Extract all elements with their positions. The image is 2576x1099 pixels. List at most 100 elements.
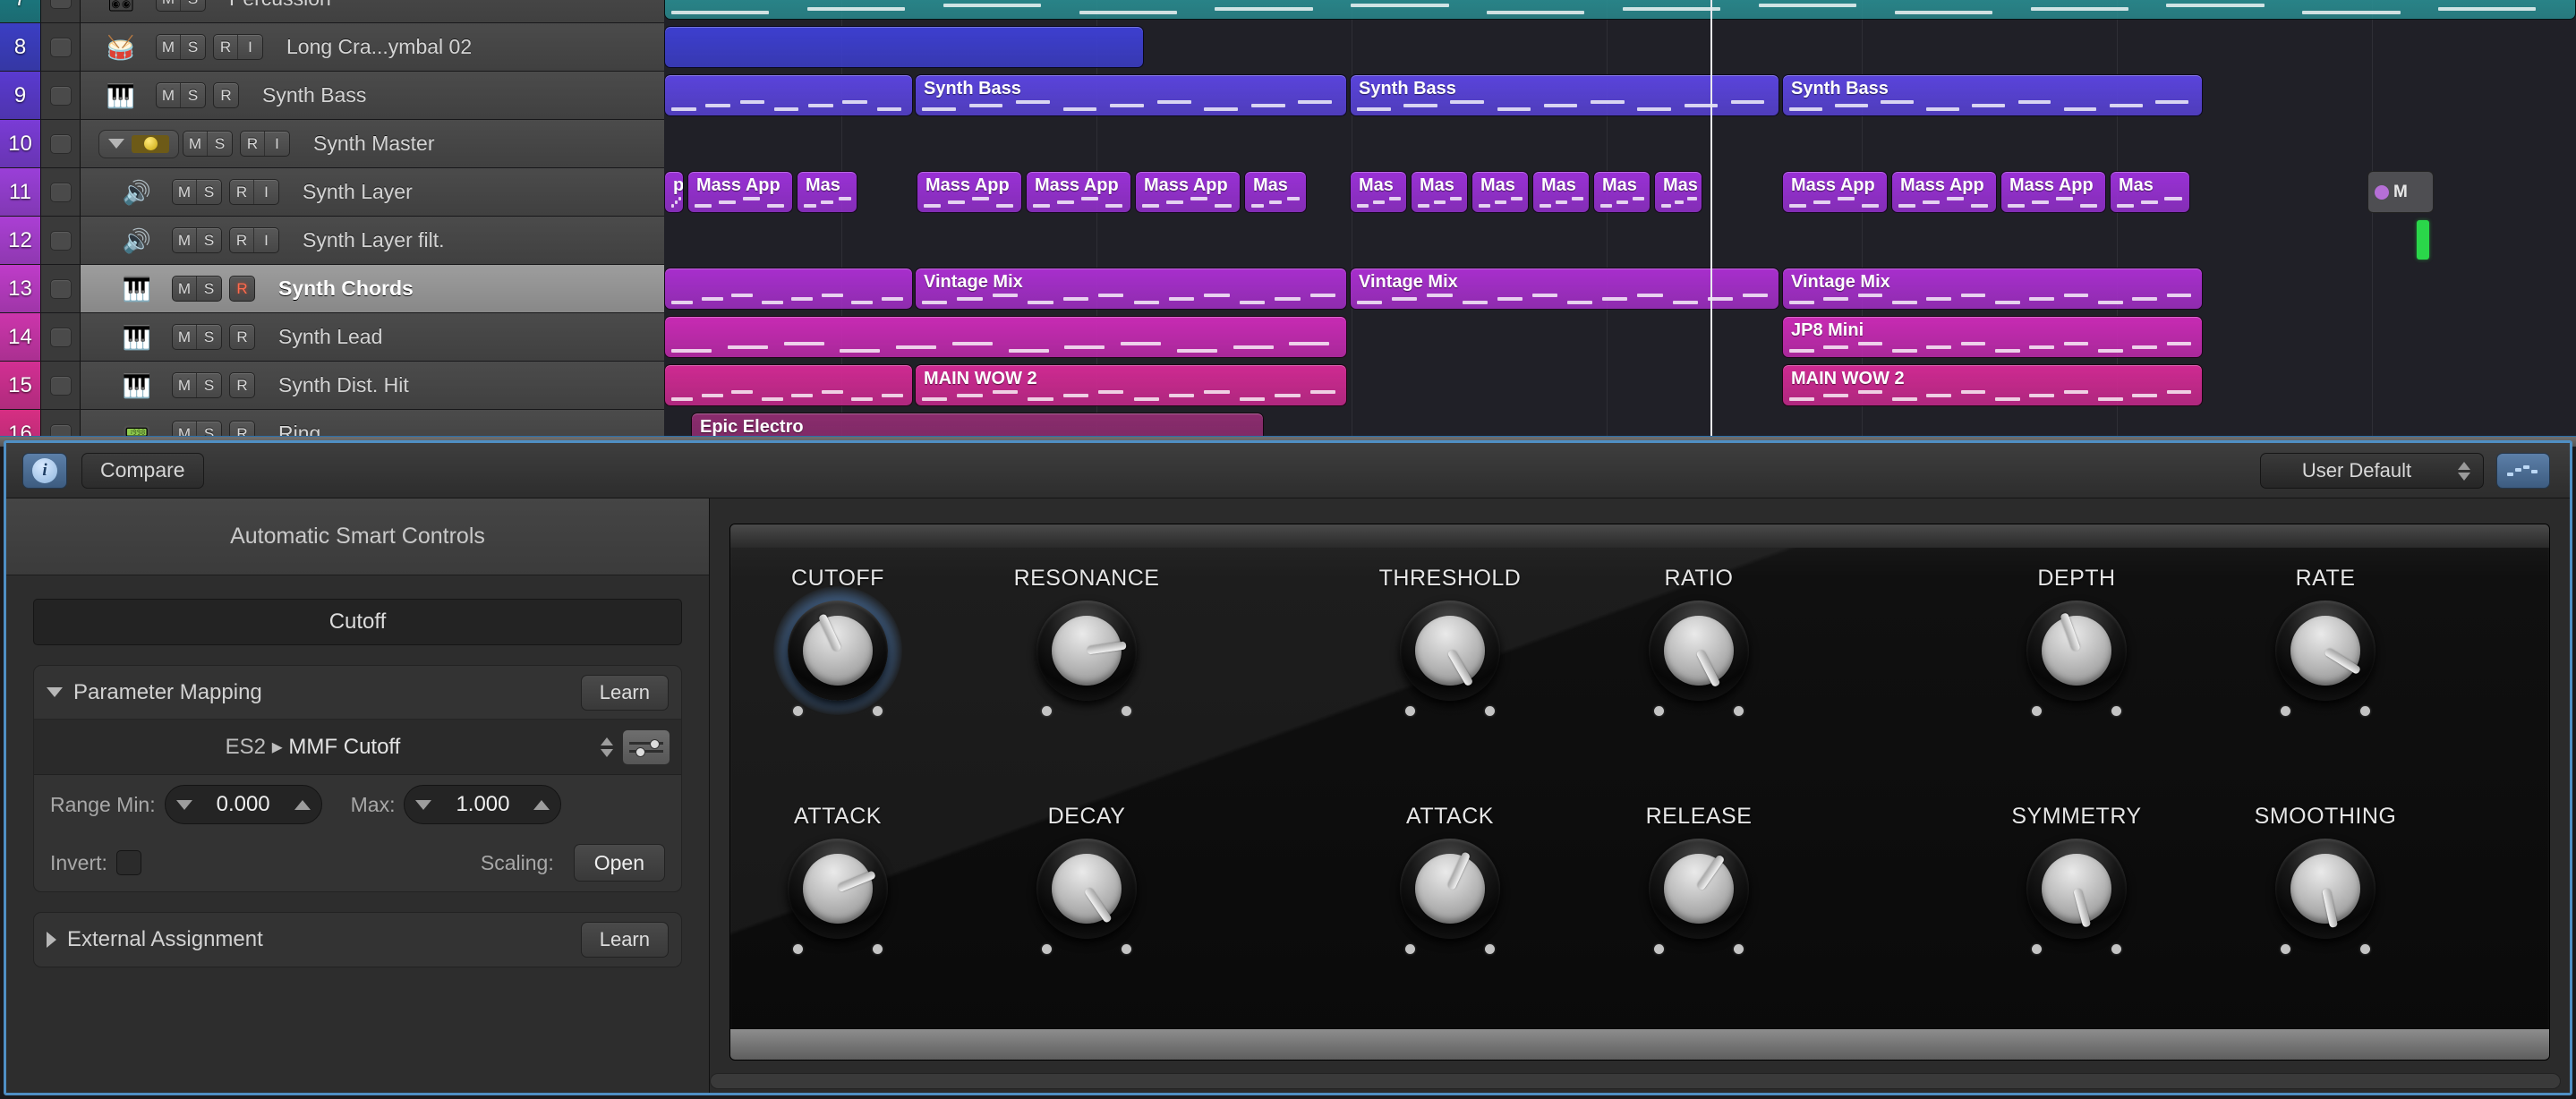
speaker-icon[interactable]: 🔊 <box>102 181 172 204</box>
solo-button[interactable]: S <box>181 0 205 11</box>
knob-dial[interactable] <box>1400 601 1500 701</box>
input-monitor-button[interactable]: I <box>238 35 262 59</box>
mute-button[interactable]: M <box>173 228 197 252</box>
solo-button[interactable]: S <box>197 228 221 252</box>
track-enable-checkbox[interactable] <box>49 278 72 299</box>
knob-dial[interactable] <box>2275 601 2376 701</box>
muted-region-chip[interactable]: M <box>2367 171 2434 213</box>
midi-region[interactable]: JP8 Mini <box>1782 316 2203 358</box>
range-min-decrement-icon[interactable] <box>175 799 192 810</box>
smart-control-knob[interactable]: DECAY <box>1006 804 1167 955</box>
record-enable-button[interactable]: R <box>230 422 254 437</box>
smart-control-knob[interactable]: ATTACK <box>1369 804 1531 955</box>
input-monitor-button[interactable]: I <box>254 180 278 204</box>
midi-region[interactable]: Mass App <box>1782 171 1888 213</box>
midi-region[interactable]: Mas <box>1411 171 1468 213</box>
preset-selector[interactable]: User Default <box>2260 453 2484 489</box>
compare-button[interactable]: Compare <box>81 452 204 489</box>
smart-control-knob[interactable]: SMOOTHING <box>2245 804 2406 955</box>
midi-region[interactable]: Epic Electro <box>691 413 1264 436</box>
mute-button[interactable]: M <box>157 83 181 107</box>
midi-region[interactable]: Mas <box>1350 171 1407 213</box>
mute-button[interactable]: M <box>173 325 197 349</box>
disclosure-triangle-right-icon[interactable] <box>47 932 56 948</box>
midi-region[interactable] <box>664 364 913 406</box>
solo-button[interactable]: S <box>181 35 205 59</box>
knob-dial[interactable] <box>2275 839 2376 939</box>
parameter-mapping-header[interactable]: Parameter Mapping Learn <box>34 666 681 720</box>
solo-button[interactable]: S <box>197 325 221 349</box>
mute-button[interactable]: M <box>157 0 181 11</box>
parameter-mapping-learn-button[interactable]: Learn <box>580 674 669 711</box>
solo-button[interactable]: S <box>181 83 205 107</box>
track-number[interactable]: 16 <box>0 410 41 436</box>
track-enable-checkbox[interactable] <box>49 375 72 396</box>
external-assignment-learn-button[interactable]: Learn <box>580 922 669 958</box>
record-enable-button[interactable]: R <box>230 228 254 252</box>
midi-region[interactable]: Mas <box>1244 171 1307 213</box>
record-enable-button[interactable]: R <box>214 83 238 107</box>
range-max-field[interactable]: 1.000 <box>404 785 562 824</box>
keyboard-stand-icon[interactable]: 🎹 <box>102 326 172 349</box>
speaker-icon[interactable]: 🔊 <box>102 229 172 252</box>
drum-machine-icon[interactable]: 🎛 <box>86 0 156 11</box>
midi-region[interactable]: Mass App <box>1891 171 1997 213</box>
midi-region[interactable]: Mass App <box>2000 171 2106 213</box>
track-enable-checkbox[interactable] <box>49 85 72 106</box>
disclosure-triangle-down-icon[interactable] <box>47 687 63 697</box>
range-max-increment-icon[interactable] <box>533 799 550 810</box>
midi-region[interactable]: MAIN WOW 2 <box>915 364 1347 406</box>
midi-region[interactable]: pp <box>664 171 684 213</box>
smart-control-knob[interactable]: DEPTH <box>1996 566 2157 717</box>
track-number[interactable]: 13 <box>0 265 41 312</box>
synth-keyboard-icon[interactable]: 🎹 <box>102 277 172 301</box>
mute-button[interactable]: M <box>173 277 197 301</box>
midi-region[interactable] <box>664 268 913 310</box>
solo-button[interactable]: S <box>197 373 221 397</box>
range-max-decrement-icon[interactable] <box>415 799 432 810</box>
solo-button[interactable]: S <box>197 277 221 301</box>
knob-dial[interactable] <box>1649 839 1749 939</box>
mute-button[interactable]: M <box>157 35 181 59</box>
parameter-selector[interactable]: ES2 ▸ MMF Cutoff <box>34 734 592 760</box>
smart-control-knob[interactable]: RESONANCE <box>1006 566 1167 717</box>
midi-region[interactable]: Mass App <box>917 171 1022 213</box>
track-enable-checkbox[interactable] <box>49 230 72 251</box>
parameter-stepper-icon[interactable] <box>592 737 622 757</box>
smart-control-knob[interactable]: RELEASE <box>1618 804 1779 955</box>
midi-region[interactable]: Mass App <box>1135 171 1241 213</box>
cymbal-icon[interactable]: 🥁 <box>86 36 156 59</box>
input-monitor-button[interactable]: I <box>254 228 278 252</box>
record-enable-button[interactable]: R <box>230 277 254 301</box>
midi-region[interactable]: Mas <box>1532 171 1590 213</box>
synth-keyboard-icon[interactable]: 🎹 <box>86 84 156 107</box>
knob-dial[interactable] <box>1036 839 1137 939</box>
keyboard-stand-icon[interactable]: 🎹 <box>102 374 172 397</box>
track-enable-checkbox[interactable] <box>49 327 72 347</box>
knob-dial[interactable] <box>2026 839 2127 939</box>
midi-region[interactable]: Synth Bass <box>1350 74 1779 116</box>
mute-button[interactable]: M <box>183 132 208 156</box>
midi-region[interactable]: Mass App <box>687 171 793 213</box>
midi-region[interactable]: Mas <box>2110 171 2190 213</box>
mapping-sliders-icon[interactable] <box>622 728 670 765</box>
smart-control-knob[interactable]: ATTACK <box>757 804 918 955</box>
mute-button[interactable]: M <box>173 180 197 204</box>
external-assignment-header[interactable]: External Assignment Learn <box>34 913 681 967</box>
smart-controls-view-icon[interactable] <box>2496 453 2550 489</box>
midi-region[interactable]: Synth Bass <box>1782 74 2203 116</box>
solo-button[interactable]: S <box>197 422 221 437</box>
input-monitor-button[interactable]: I <box>265 132 289 156</box>
midi-region[interactable]: Mas <box>1593 171 1651 213</box>
arrange-window[interactable]: 7🎛MSPercussion8🥁MSRILong Cra...ymbal 029… <box>0 0 2576 436</box>
midi-region[interactable]: Mas <box>1471 171 1529 213</box>
mute-button[interactable]: M <box>173 373 197 397</box>
midi-region[interactable] <box>664 74 913 116</box>
knob-dial[interactable] <box>773 586 902 715</box>
solo-button[interactable]: S <box>208 132 232 156</box>
knob-dial[interactable] <box>1400 839 1500 939</box>
folder-stack-icon[interactable] <box>98 129 179 158</box>
track-enable-checkbox[interactable] <box>49 182 72 202</box>
track-number[interactable]: 8 <box>0 23 41 71</box>
track-enable-checkbox[interactable] <box>49 133 72 154</box>
